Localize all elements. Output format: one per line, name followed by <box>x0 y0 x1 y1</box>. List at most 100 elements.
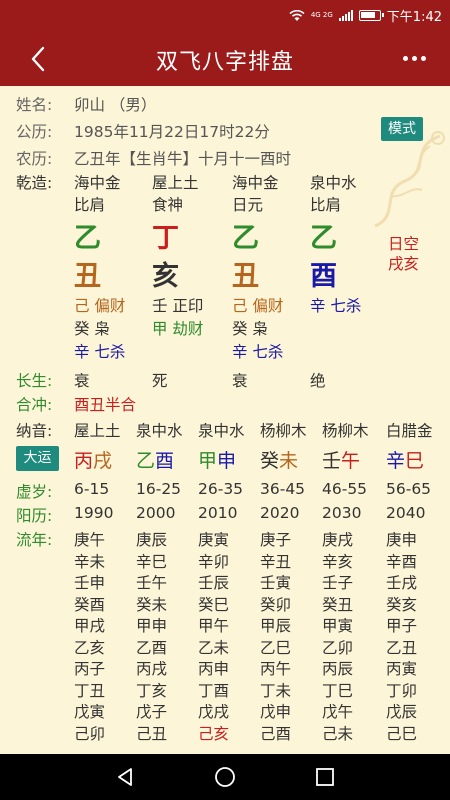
liunian-year[interactable]: 庚辰 <box>136 528 167 550</box>
liunian-year[interactable]: 辛未 <box>74 550 105 572</box>
liunian-year[interactable]: 戊辰 <box>386 700 417 722</box>
liunian-year[interactable]: 丙戌 <box>136 657 167 679</box>
liunian-year[interactable]: 甲申 <box>136 614 167 636</box>
dayun-pillar[interactable]: 辛巳 <box>386 446 424 473</box>
pillar-zhi: 丑 <box>232 261 259 292</box>
xusui-label: 虚岁: <box>16 483 53 501</box>
liunian-year[interactable]: 己酉 <box>260 722 291 744</box>
liunian-year[interactable]: 己卯 <box>74 722 105 744</box>
liunian-year[interactable]: 壬戌 <box>386 571 417 593</box>
signal-icon <box>338 10 353 21</box>
liunian-year[interactable]: 癸酉 <box>74 593 105 615</box>
hechong-label: 合冲: <box>16 396 53 414</box>
liunian-year[interactable]: 己巳 <box>386 722 417 744</box>
liunian-year[interactable]: 壬寅 <box>260 571 291 593</box>
canggan-item: 己 偏财 <box>74 297 126 315</box>
liunian-year[interactable]: 丙子 <box>74 657 105 679</box>
liunian-year[interactable]: 乙卯 <box>322 636 353 658</box>
dayun-pillar[interactable]: 丙戌 <box>74 446 112 473</box>
liunian-year[interactable]: 戊申 <box>260 700 291 722</box>
gongli-label: 公历: <box>16 123 53 141</box>
liunian-year[interactable]: 戊戌 <box>198 700 229 722</box>
liunian-year[interactable]: 丁丑 <box>74 679 105 701</box>
liunian-label: 流年: <box>16 531 53 549</box>
pillar-shishen: 日元 <box>232 196 264 214</box>
liunian-year[interactable]: 丁亥 <box>136 679 167 701</box>
dayun-pillar[interactable]: 乙酉 <box>136 446 174 473</box>
nav-home-icon[interactable] <box>214 766 236 788</box>
liunian-year[interactable]: 丙申 <box>198 657 229 679</box>
liunian-year[interactable]: 辛卯 <box>198 550 229 572</box>
xusui-value: 26-35 <box>198 480 244 498</box>
liunian-year[interactable]: 庚子 <box>260 528 291 550</box>
xusui-value: 36-45 <box>260 480 306 498</box>
liunian-year[interactable]: 己亥 <box>198 722 229 744</box>
liunian-year[interactable]: 乙丑 <box>386 636 417 658</box>
dayun-pillar[interactable]: 癸未 <box>260 446 298 473</box>
dayun-nayin: 泉中水 <box>136 422 183 440</box>
dayun-nayin: 泉中水 <box>198 422 245 440</box>
dayun-pillar[interactable]: 甲申 <box>198 446 236 473</box>
liunian-year[interactable]: 甲寅 <box>322 614 353 636</box>
liunian-year[interactable]: 辛巳 <box>136 550 167 572</box>
pillar-gan: 乙 <box>310 223 337 254</box>
liunian-year[interactable]: 丙寅 <box>386 657 417 679</box>
liunian-year[interactable]: 壬申 <box>74 571 105 593</box>
liunian-year[interactable]: 壬辰 <box>198 571 229 593</box>
liunian-year[interactable]: 己未 <box>322 722 353 744</box>
liunian-year[interactable]: 乙巳 <box>260 636 291 658</box>
liunian-year[interactable]: 庚寅 <box>198 528 229 550</box>
liunian-year[interactable]: 壬子 <box>322 571 353 593</box>
xusui-value: 46-55 <box>322 480 368 498</box>
liunian-year[interactable]: 乙亥 <box>74 636 105 658</box>
liunian-year[interactable]: 庚戌 <box>322 528 353 550</box>
liunian-year[interactable]: 乙未 <box>198 636 229 658</box>
liunian-year[interactable]: 壬午 <box>136 571 167 593</box>
dayun-zhi: 酉 <box>155 450 175 472</box>
liunian-year[interactable]: 丁酉 <box>198 679 229 701</box>
liunian-year[interactable]: 辛丑 <box>260 550 291 572</box>
liunian-year[interactable]: 庚午 <box>74 528 105 550</box>
liunian-year[interactable]: 甲辰 <box>260 614 291 636</box>
nav-back-icon[interactable] <box>114 766 136 788</box>
liunian-year[interactable]: 丁巳 <box>322 679 353 701</box>
dayun-button[interactable]: 大运 <box>16 446 59 471</box>
mode-button[interactable]: 模式 <box>381 117 423 141</box>
dayun-gan: 壬 <box>322 450 342 472</box>
liunian-year[interactable]: 己丑 <box>136 722 167 744</box>
canggan-item: 甲 劫财 <box>152 320 204 338</box>
liunian-year[interactable]: 甲子 <box>386 614 417 636</box>
liunian-year[interactable]: 庚申 <box>386 528 417 550</box>
changsheng-value: 衰 <box>232 372 248 390</box>
changsheng-value: 衰 <box>74 372 90 390</box>
liunian-year[interactable]: 癸未 <box>136 593 167 615</box>
liunian-year[interactable]: 癸丑 <box>322 593 353 615</box>
liunian-year[interactable]: 戊子 <box>136 700 167 722</box>
liunian-year[interactable]: 癸卯 <box>260 593 291 615</box>
status-bar: 4G 2G 下午1:42 <box>0 0 450 30</box>
dayun-gan: 甲 <box>198 450 218 472</box>
liunian-year[interactable]: 辛酉 <box>386 550 417 572</box>
canggan-item: 辛 七杀 <box>232 343 284 361</box>
liunian-year[interactable]: 丁未 <box>260 679 291 701</box>
nongli-value: 乙丑年【生肖牛】十月十一酉时 <box>74 150 292 168</box>
liunian-year[interactable]: 癸亥 <box>386 593 417 615</box>
dayun-pillar[interactable]: 壬午 <box>322 446 360 473</box>
xusui-value: 16-25 <box>136 480 182 498</box>
pillar-nayin: 泉中水 <box>310 174 357 192</box>
liunian-year[interactable]: 丙午 <box>260 657 291 679</box>
wifi-icon <box>289 9 305 21</box>
liunian-year[interactable]: 戊寅 <box>74 700 105 722</box>
liunian-year[interactable]: 辛亥 <box>322 550 353 572</box>
liunian-year[interactable]: 丙辰 <box>322 657 353 679</box>
liunian-year[interactable]: 甲戌 <box>74 614 105 636</box>
liunian-year[interactable]: 丁卯 <box>386 679 417 701</box>
nongli-label: 农历: <box>16 150 53 168</box>
nav-recents-icon[interactable] <box>314 766 336 788</box>
dragon-watermark-icon <box>374 131 445 228</box>
more-options-icon[interactable] <box>403 56 426 61</box>
liunian-year[interactable]: 乙酉 <box>136 636 167 658</box>
liunian-year[interactable]: 甲午 <box>198 614 229 636</box>
liunian-year[interactable]: 戊午 <box>322 700 353 722</box>
liunian-year[interactable]: 癸巳 <box>198 593 229 615</box>
